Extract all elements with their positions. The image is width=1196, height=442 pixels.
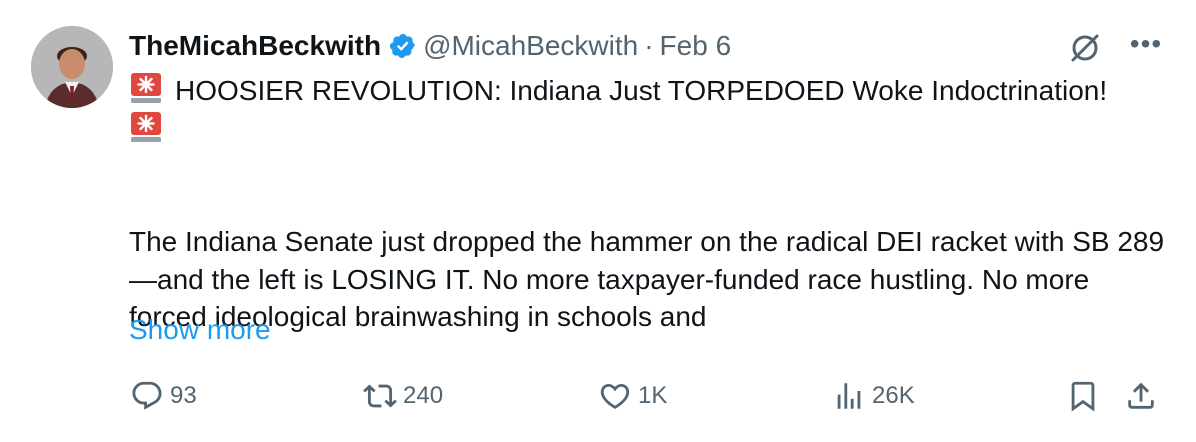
bookmark-icon bbox=[1071, 381, 1095, 412]
like-count: 1K bbox=[638, 382, 668, 409]
author-name[interactable]: TheMicahBeckwith bbox=[129, 28, 381, 64]
more-icon[interactable]: ••• bbox=[1128, 30, 1164, 60]
bookmark-button[interactable] bbox=[1066, 374, 1106, 418]
tweet-header: TheMicahBeckwith @MicahBeckwith · Feb 6 bbox=[129, 28, 731, 64]
views-icon bbox=[837, 383, 861, 409]
like-button[interactable]: 1K bbox=[598, 374, 667, 418]
siren-icon bbox=[129, 71, 163, 105]
retweet-button[interactable]: 240 bbox=[363, 374, 443, 418]
verified-badge-icon[interactable] bbox=[389, 32, 417, 60]
reply-icon bbox=[132, 381, 162, 410]
show-more-link[interactable]: Show more bbox=[129, 311, 271, 349]
share-icon bbox=[1128, 382, 1154, 409]
author-handle[interactable]: @MicahBeckwith bbox=[423, 28, 638, 64]
avatar[interactable] bbox=[31, 26, 113, 108]
share-button[interactable] bbox=[1124, 374, 1164, 418]
headline-line: HOOSIER REVOLUTION: Indiana Just TORPEDO… bbox=[129, 71, 1169, 110]
siren-line bbox=[129, 110, 1169, 149]
reply-button[interactable]: 93 bbox=[130, 374, 197, 418]
tweet-date[interactable]: Feb 6 bbox=[660, 28, 732, 64]
grok-icon[interactable] bbox=[1067, 30, 1103, 66]
views-count: 26K bbox=[872, 382, 915, 409]
tweet-text: HOOSIER REVOLUTION: Indiana Just TORPEDO… bbox=[129, 71, 1169, 336]
views-button[interactable]: 26K bbox=[832, 374, 915, 418]
reply-count: 93 bbox=[170, 382, 197, 409]
body-text: The Indiana Senate just dropped the hamm… bbox=[129, 226, 1165, 332]
separator-dot: · bbox=[644, 30, 654, 61]
like-icon bbox=[600, 383, 630, 409]
retweet-icon bbox=[363, 384, 397, 408]
action-bar: 93 240 1K 26K bbox=[0, 374, 1196, 418]
retweet-count: 240 bbox=[403, 382, 444, 409]
headline-text: HOOSIER REVOLUTION: Indiana Just TORPEDO… bbox=[175, 75, 1108, 106]
siren-icon bbox=[129, 110, 163, 144]
